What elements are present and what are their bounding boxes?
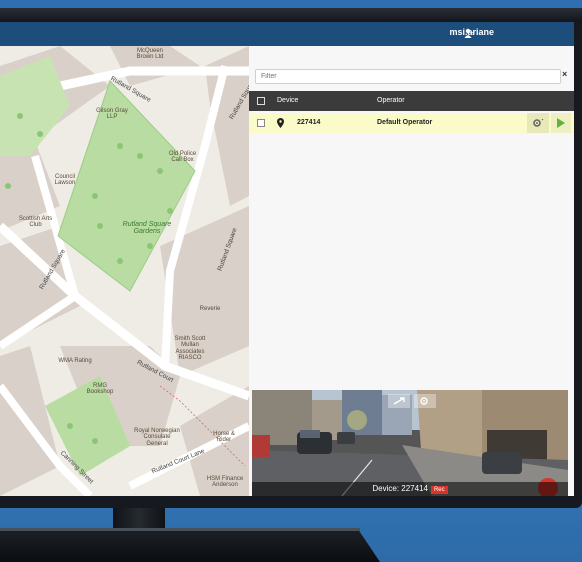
poi-label: WMA Rating: [58, 358, 92, 364]
poi-label: Reverie: [199, 306, 221, 312]
select-all-checkbox[interactable]: [257, 97, 265, 105]
table-row[interactable]: 227414 Default Operator: [249, 113, 574, 133]
location-pin-icon[interactable]: [277, 118, 284, 128]
poi-label: McQueen Brown Ltd: [136, 48, 164, 61]
monitor-stand: [0, 528, 380, 562]
poi-label: HSM Finance Anderson: [206, 476, 244, 489]
app-screen: msi.ariane Rutland Square Rutland Square…: [0, 22, 574, 496]
poi-label: Smith Scott Mullan Associates RIASCO: [174, 336, 206, 361]
column-device[interactable]: Device: [277, 97, 298, 104]
device-panel: × Device Operator 227414 Default Operato…: [249, 46, 574, 496]
video-frame: [252, 390, 568, 496]
poi-label: Gilson Gray LLP: [96, 108, 128, 121]
operator-name: Default Operator: [377, 119, 433, 126]
monitor-stand-edge: [0, 528, 360, 531]
map-view[interactable]: Rutland Square Rutland Square Rutland Sq…: [0, 46, 249, 496]
poi-label: Old Police Call Box: [168, 151, 197, 164]
video-feed[interactable]: Device: 227414 Rec: [252, 390, 568, 496]
monitor: msi.ariane Rutland Square Rutland Square…: [0, 0, 582, 562]
table-header: Device Operator: [249, 91, 574, 111]
park-label: Rutland Square Gardens: [122, 221, 172, 236]
top-bar: msi.ariane: [0, 22, 574, 46]
poi-label: Scottish Arts Club: [18, 216, 53, 229]
gear-icon[interactable]: [414, 394, 436, 408]
poi-label: Royal Norwegian Consulate General: [134, 428, 180, 447]
play-button[interactable]: [551, 113, 571, 133]
video-caption: Device: 227414 Rec: [252, 482, 568, 496]
poi-label: RMG Bookshop: [86, 383, 114, 396]
poi-label: Horse & Rider: [213, 431, 235, 444]
row-checkbox[interactable]: [257, 119, 265, 127]
rec-badge: Rec: [430, 486, 448, 494]
monitor-bezel-top: [0, 8, 582, 22]
settings-button[interactable]: [527, 113, 549, 133]
device-id: 227414: [297, 119, 321, 126]
filter-input[interactable]: [255, 69, 561, 84]
user-icon[interactable]: [464, 28, 474, 38]
ptz-icon[interactable]: [388, 394, 410, 408]
column-operator[interactable]: Operator: [377, 97, 405, 104]
play-icon: [557, 118, 565, 128]
gear-icon: [533, 119, 544, 127]
close-button[interactable]: ×: [562, 69, 567, 79]
poi-label: Council Lawson: [54, 174, 76, 187]
video-device-label: Device: 227414: [372, 484, 428, 493]
